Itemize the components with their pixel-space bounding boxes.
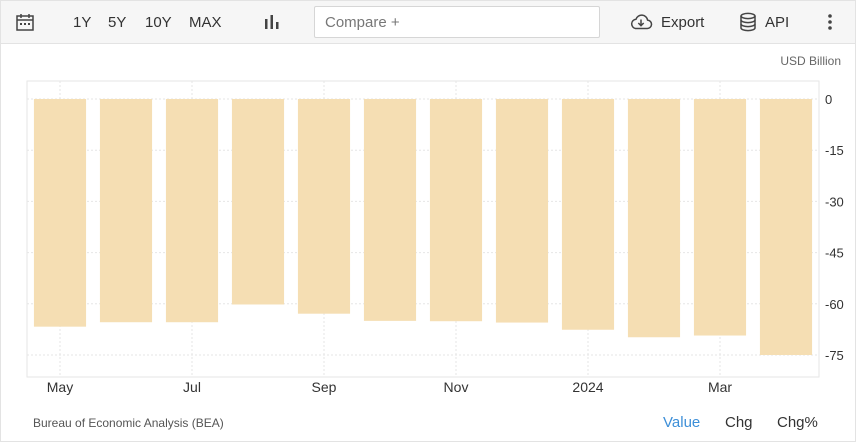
bar[interactable] [693, 99, 747, 336]
x-tick-label: 2024 [572, 379, 603, 395]
bar[interactable] [759, 99, 813, 355]
x-tick-label: Jul [183, 379, 201, 395]
y-tick-label: -30 [825, 194, 844, 209]
bar[interactable] [99, 99, 153, 323]
y-tick-label: -75 [825, 348, 844, 363]
source-label: Bureau of Economic Analysis (BEA) [33, 416, 224, 430]
bar[interactable] [627, 99, 681, 338]
y-tick-label: -60 [825, 297, 844, 312]
bar[interactable] [231, 99, 285, 305]
bar[interactable] [495, 99, 549, 323]
chart-widget: 1Y 5Y 10Y MAX Export [0, 0, 856, 442]
view-value-tab[interactable]: Value [663, 414, 700, 431]
view-chg-percent-tab[interactable]: Chg% [777, 414, 818, 431]
bar[interactable] [429, 99, 483, 322]
y-tick-label: -45 [825, 246, 844, 261]
bar[interactable] [297, 99, 351, 314]
bar[interactable] [363, 99, 417, 321]
x-tick-label: May [47, 379, 73, 395]
view-chg-tab[interactable]: Chg [725, 414, 753, 431]
x-tick-label: Nov [444, 379, 469, 395]
bar[interactable] [165, 99, 219, 323]
y-tick-label: -15 [825, 143, 844, 158]
x-tick-label: Sep [312, 379, 337, 395]
bar[interactable] [561, 99, 615, 330]
bar-chart: 0 -15 -30 -45 -60 -75 May Jul Sep Nov 2024 Mar [26, 80, 844, 395]
bar[interactable] [33, 99, 87, 327]
x-tick-label: Mar [708, 379, 732, 395]
y-tick-label: 0 [825, 92, 832, 107]
